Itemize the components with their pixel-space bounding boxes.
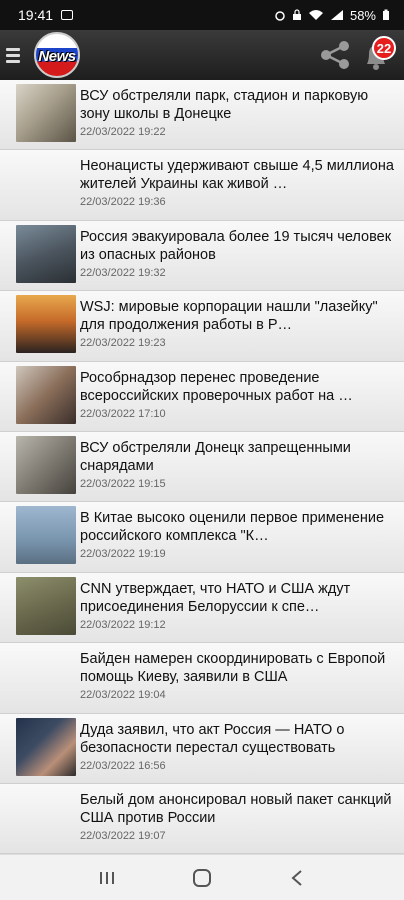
news-title: Белый дом анонсировал новый пакет санкци…: [80, 791, 392, 826]
news-date: 22/03/2022 19:19: [80, 548, 166, 561]
news-text: WSJ: мировые корпорации нашли "лазейку" …: [80, 295, 396, 349]
news-date: 22/03/2022 19:04: [80, 689, 166, 702]
news-title: Рособрнадзор перенес проведение всеросси…: [80, 369, 353, 404]
news-title: Дуда заявил, что акт Россия — НАТО о без…: [80, 721, 345, 756]
wifi-icon: [308, 10, 323, 20]
news-title: Байден намерен скоординировать с Европой…: [80, 651, 386, 686]
news-thumbnail: [16, 295, 76, 354]
news-item[interactable]: Неонацисты удерживают свыше 4,5 миллиона…: [0, 150, 404, 221]
news-thumbnail-placeholder: [16, 154, 76, 212]
gallery-notification-icon: [61, 10, 74, 20]
news-item[interactable]: Рособрнадзор перенес проведение всеросси…: [0, 361, 404, 432]
home-icon: [192, 868, 211, 887]
news-thumbnail-placeholder: [16, 647, 76, 705]
news-thumbnail: [16, 576, 76, 635]
news-date: 22/03/2022 19:15: [80, 477, 166, 490]
news-date: 22/03/2022 19:22: [80, 126, 166, 138]
news-date: 22/03/2022 19:23: [80, 337, 166, 350]
home-button[interactable]: [190, 866, 214, 890]
back-button[interactable]: [285, 866, 309, 890]
news-title: ВСУ обстреляли парк, стадион и парковую …: [80, 88, 369, 122]
share-icon[interactable]: [318, 40, 352, 70]
news-date: 22/03/2022 19:32: [80, 266, 166, 279]
system-nav-bar: [0, 854, 404, 900]
news-date: 22/03/2022 19:12: [80, 618, 166, 631]
alarm-icon: [275, 11, 285, 21]
status-right: 58%: [274, 8, 390, 23]
news-text: Рособрнадзор перенес проведение всеросси…: [80, 366, 396, 420]
news-thumbnail: [16, 84, 76, 142]
app-bar: News 22: [0, 30, 404, 80]
news-text: Белый дом анонсировал новый пакет санкци…: [80, 788, 396, 842]
recents-icon: [100, 871, 115, 884]
news-title: Неонацисты удерживают свыше 4,5 миллиона…: [80, 158, 394, 193]
news-text: В Китае высоко оценили первое применение…: [80, 506, 396, 560]
news-item[interactable]: ВСУ обстреляли Донецк запрещенными снаря…: [0, 431, 404, 503]
news-item[interactable]: Дуда заявил, что акт Россия — НАТО о без…: [0, 713, 404, 784]
news-date: 22/03/2022 17:10: [80, 407, 166, 420]
battery-icon: [383, 9, 389, 20]
news-title: ВСУ обстреляли Донецк запрещенными снаря…: [80, 439, 351, 474]
news-item[interactable]: WSJ: мировые корпорации нашли "лазейку" …: [0, 291, 404, 362]
logo-text: News: [38, 48, 76, 65]
news-title: WSJ: мировые корпорации нашли "лазейку" …: [80, 299, 378, 334]
status-time: 19:41: [18, 7, 54, 23]
recents-button[interactable]: [95, 866, 119, 890]
news-thumbnail-placeholder: [16, 788, 76, 846]
news-date: 22/03/2022 19:36: [80, 196, 166, 209]
news-title: В Китае высоко оценили первое применение…: [80, 510, 385, 545]
news-item[interactable]: ВСУ обстреляли парк, стадион и парковую …: [0, 80, 404, 151]
news-title: CNN утверждает, что НАТО и США ждут прис…: [80, 580, 351, 615]
news-item[interactable]: Белый дом анонсировал новый пакет санкци…: [0, 783, 404, 854]
news-date: 22/03/2022 16:56: [80, 759, 166, 772]
status-bar: 19:41 58%: [0, 0, 404, 30]
news-text: ВСУ обстреляли Донецк запрещенными снаря…: [80, 436, 396, 490]
app-logo: News: [34, 32, 80, 78]
news-text: Байден намерен скоординировать с Европой…: [80, 647, 396, 701]
lock-icon: [292, 9, 301, 20]
news-thumbnail: [16, 224, 76, 283]
menu-icon[interactable]: [6, 47, 28, 63]
news-text: CNN утверждает, что НАТО и США ждут прис…: [80, 577, 396, 631]
news-thumbnail: [16, 365, 76, 424]
news-feed: ВСУ обстреляли парк, стадион и парковую …: [0, 80, 404, 854]
notification-badge: 22: [372, 36, 396, 60]
news-text: Неонацисты удерживают свыше 4,5 миллиона…: [80, 154, 396, 208]
notifications-button[interactable]: 22: [358, 36, 396, 74]
status-left: 19:41: [18, 7, 74, 23]
news-text: Дуда заявил, что акт Россия — НАТО о без…: [80, 718, 396, 772]
news-item[interactable]: Байден намерен скоординировать с Европой…: [0, 643, 404, 714]
news-title: Россия эвакуировала более 19 тысяч челов…: [80, 228, 392, 263]
battery-percent: 58%: [349, 7, 376, 23]
news-text: Россия эвакуировала более 19 тысяч челов…: [80, 225, 396, 279]
news-item[interactable]: В Китае высоко оценили первое применение…: [0, 502, 404, 573]
news-item[interactable]: Россия эвакуировала более 19 тысяч челов…: [0, 220, 404, 292]
news-thumbnail: [16, 717, 76, 776]
back-icon: [291, 869, 302, 886]
news-thumbnail: [16, 506, 76, 565]
news-text: ВСУ обстреляли парк, стадион и парковую …: [80, 84, 396, 138]
news-thumbnail: [16, 435, 76, 494]
signal-icon: [330, 10, 343, 20]
news-date: 22/03/2022 19:07: [80, 829, 166, 842]
news-item[interactable]: CNN утверждает, что НАТО и США ждут прис…: [0, 572, 404, 644]
